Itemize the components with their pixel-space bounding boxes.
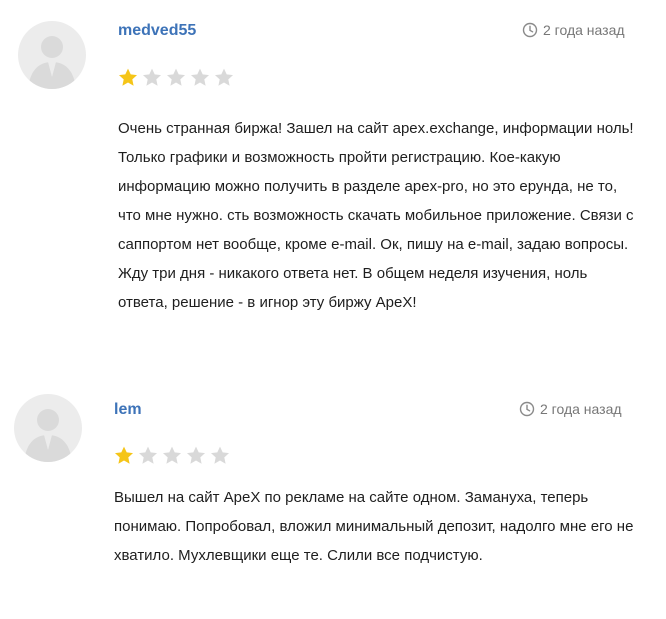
review-date-text: 2 года назад [543, 22, 625, 38]
review-author-link[interactable]: lem [114, 401, 142, 419]
star-filled-icon [113, 445, 135, 466]
clock-icon [519, 401, 535, 417]
user-silhouette-icon [24, 409, 72, 462]
review-item: medved55 2 года назад Очень странная бир… [0, 0, 666, 380]
star-empty-icon [189, 67, 211, 88]
star-rating [113, 445, 231, 466]
user-silhouette-icon [28, 36, 76, 89]
review-date-text: 2 года назад [540, 401, 622, 417]
avatar [18, 21, 86, 89]
review-date: 2 года назад [519, 401, 622, 417]
star-rating [117, 67, 235, 88]
star-empty-icon [161, 445, 183, 466]
star-empty-icon [213, 67, 235, 88]
review-date: 2 года назад [522, 22, 625, 38]
review-text: Вышел на сайт ApeX по рекламе на сайте о… [114, 489, 634, 564]
clock-icon [522, 22, 538, 38]
star-filled-icon [117, 67, 139, 88]
review-author-link[interactable]: medved55 [118, 22, 196, 40]
avatar [14, 394, 82, 462]
star-empty-icon [141, 67, 163, 88]
star-empty-icon [185, 445, 207, 466]
star-empty-icon [165, 67, 187, 88]
review-text: Очень странная биржа! Зашел на сайт apex… [118, 120, 634, 311]
review-item: lem 2 года назад Вышел на сайт ApeX по р… [0, 380, 666, 619]
star-empty-icon [137, 445, 159, 466]
star-empty-icon [209, 445, 231, 466]
